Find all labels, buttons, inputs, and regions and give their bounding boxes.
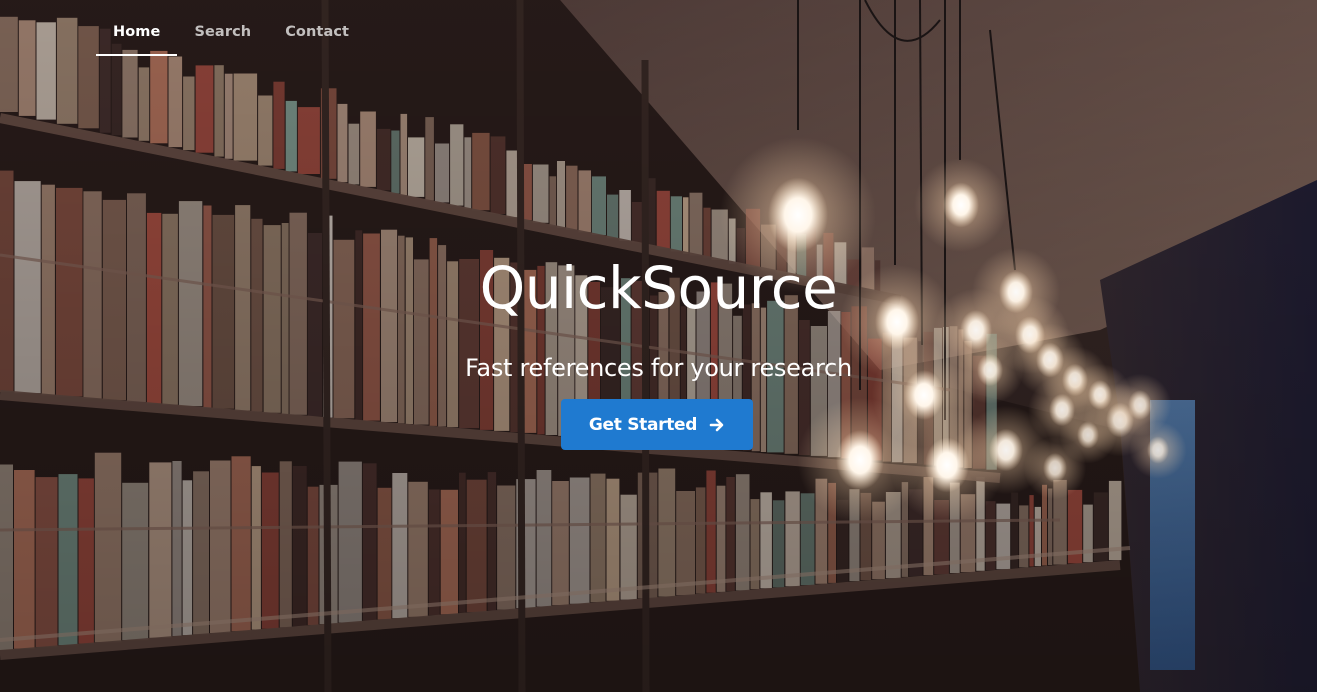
library-background-image [0,0,1317,692]
nav-link-search[interactable]: Search [177,14,268,56]
get-started-button[interactable]: Get Started [561,399,753,450]
nav-link-contact[interactable]: Contact [268,14,366,56]
top-navigation: Home Search Contact [96,14,366,56]
page-title: QuickSource [479,254,838,322]
get-started-label: Get Started [588,414,698,435]
arrow-right-icon [709,418,724,431]
nav-link-home[interactable]: Home [96,14,178,56]
page-subtitle: Fast references for your research [465,354,852,382]
hero-section: Home Search Contact QuickSource Fast ref… [0,0,1317,692]
